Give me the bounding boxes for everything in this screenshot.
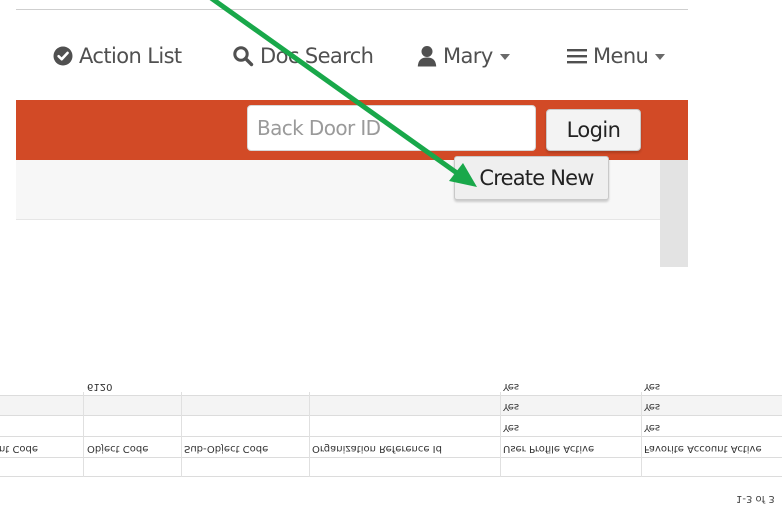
table-rule <box>0 395 782 396</box>
nav-doc-search[interactable]: Doc Search <box>232 38 374 74</box>
table-top-rule <box>0 476 782 477</box>
chevron-down-icon <box>655 54 666 60</box>
column-header-sub-object-code[interactable]: Sub-Object Code <box>184 438 268 458</box>
column-header-user-profile-active[interactable]: User Profile Active <box>503 438 594 458</box>
nav-doc-search-label: Doc Search <box>260 44 374 68</box>
nav-user-menu[interactable]: Mary <box>417 38 510 74</box>
chevron-down-icon <box>499 54 510 60</box>
column-divider <box>500 392 501 477</box>
table-cell-user-profile-active: Yes <box>503 401 520 412</box>
top-divider <box>16 9 688 10</box>
table-rule <box>0 436 782 437</box>
table-cell-favorite-account-active: Yes <box>644 381 661 392</box>
column-divider <box>641 392 642 477</box>
table-rule <box>0 415 782 416</box>
nav-menu-label: Menu <box>593 44 649 68</box>
user-icon <box>417 45 437 67</box>
backdoor-id-input[interactable] <box>247 105 536 151</box>
column-divider <box>309 392 310 477</box>
table-cell-user-profile-active: Yes <box>503 422 520 433</box>
table-cell-favorite-account-active: Yes <box>644 401 661 412</box>
pager-count: 1-3 of 3 <box>736 493 775 504</box>
create-new-button[interactable]: Create New <box>454 156 609 200</box>
column-divider <box>181 392 182 477</box>
nav-action-list[interactable]: Action List <box>53 38 182 74</box>
column-divider <box>83 392 84 477</box>
column-header-object-code[interactable]: Object Code <box>87 438 148 458</box>
table-cell-object-code: 6120 <box>87 381 113 392</box>
right-gutter <box>660 160 688 267</box>
column-header-favorite-account-active[interactable]: Favorite Account Active <box>644 438 762 458</box>
nav-main-menu[interactable]: Menu <box>567 38 666 74</box>
column-header-org-ref-id[interactable]: Organization Reference Id <box>312 438 442 458</box>
table-cell-favorite-account-active: Yes <box>644 422 661 433</box>
check-circle-icon <box>53 46 73 66</box>
results-table: 1-3 of 3 nt Code Object Code Sub-Object … <box>0 381 782 520</box>
table-row-band <box>0 396 782 416</box>
screenshot-canvas: Action List Doc Search Mary Menu Back Do… <box>0 0 782 520</box>
column-header-account-code[interactable]: nt Code <box>0 438 38 458</box>
login-button[interactable]: Login <box>546 109 641 151</box>
hamburger-icon <box>567 47 587 65</box>
nav-action-list-label: Action List <box>79 44 182 68</box>
nav-user-label: Mary <box>443 44 493 68</box>
table-cell-user-profile-active: Yes <box>503 381 520 392</box>
search-icon <box>232 45 254 67</box>
